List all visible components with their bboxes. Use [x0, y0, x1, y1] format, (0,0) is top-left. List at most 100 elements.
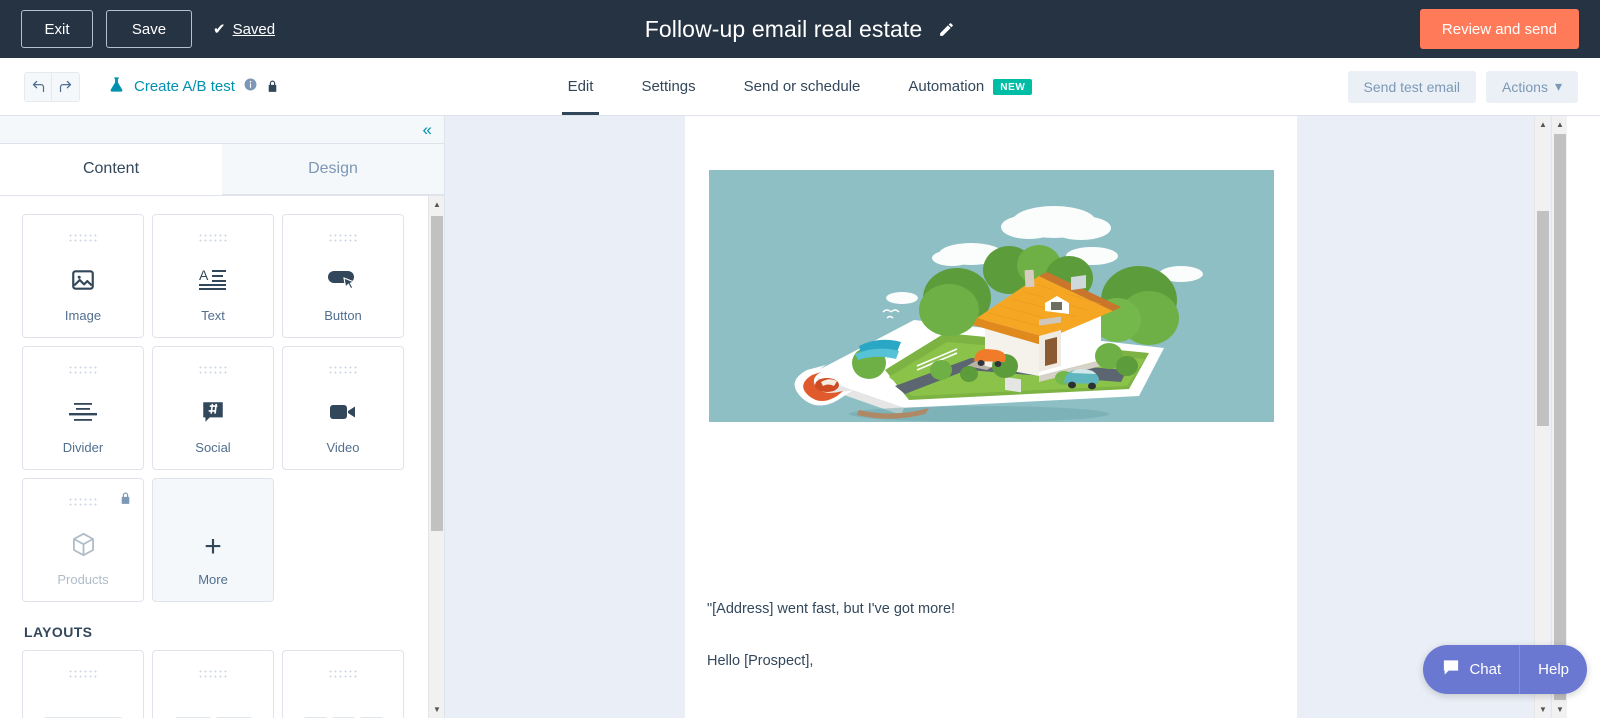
- email-preview-scrollbar[interactable]: ▲ ▼: [1534, 116, 1550, 718]
- drag-handle-icon[interactable]: [328, 233, 358, 242]
- button-icon: [328, 266, 358, 294]
- drag-handle-icon[interactable]: [328, 669, 358, 678]
- layout-card-two-column[interactable]: [152, 650, 274, 718]
- exit-button[interactable]: Exit: [21, 10, 93, 48]
- drag-handle-icon[interactable]: [198, 365, 228, 374]
- module-label: Image: [64, 308, 102, 323]
- social-icon: [200, 398, 226, 426]
- tab-automation-label: Automation: [908, 78, 985, 95]
- scroll-down-icon[interactable]: ▼: [1535, 701, 1551, 718]
- chat-help-widget: Chat Help: [1423, 645, 1587, 694]
- top-bar: Exit Save ✔ Saved Follow-up email real e…: [0, 0, 1600, 58]
- svg-text:A: A: [199, 267, 209, 283]
- panel-scrollbar-thumb[interactable]: [431, 216, 443, 531]
- scroll-down-icon[interactable]: ▼: [1552, 701, 1567, 718]
- panel-tab-content[interactable]: Content: [0, 144, 222, 195]
- layout-card-one-column[interactable]: [22, 650, 144, 718]
- module-label: Products: [57, 572, 109, 587]
- module-grid: Image A Text Button Divider Social Video…: [22, 214, 424, 602]
- layouts-section-title: LAYOUTS: [24, 624, 93, 640]
- hero-image-module[interactable]: [709, 170, 1274, 422]
- panel-tabs: Content Design: [0, 144, 444, 196]
- module-label: Text: [201, 308, 225, 323]
- email-body-line-1: "[Address] went fast, but I've got more!: [707, 601, 956, 617]
- check-icon: ✔: [213, 20, 226, 38]
- tab-settings[interactable]: Settings: [617, 58, 719, 115]
- lock-icon: [119, 491, 132, 506]
- chevron-down-icon: ▾: [1554, 78, 1562, 94]
- module-label: Video: [326, 440, 360, 455]
- scroll-down-icon[interactable]: ▼: [429, 701, 444, 718]
- module-card-button[interactable]: Button: [282, 214, 404, 338]
- drag-handle-icon[interactable]: [68, 497, 98, 506]
- module-label: Divider: [62, 440, 104, 455]
- email-canvas[interactable]: "[Address] went fast, but I've got more!…: [445, 116, 1567, 718]
- send-test-email-button[interactable]: Send test email: [1347, 70, 1477, 103]
- panel-collapse-bar: «: [0, 116, 444, 144]
- video-icon: [329, 398, 357, 426]
- text-icon: A: [199, 266, 227, 294]
- canvas-scrollbar-thumb[interactable]: [1554, 134, 1566, 700]
- panel-body: Image A Text Button Divider Social Video…: [0, 196, 444, 718]
- tab-send-or-schedule-label: Send or schedule: [743, 78, 861, 95]
- tab-edit[interactable]: Edit: [544, 58, 618, 115]
- real-estate-illustration: [709, 170, 1274, 422]
- collapse-panel-icon[interactable]: «: [423, 121, 432, 138]
- module-card-more[interactable]: + More: [152, 478, 274, 602]
- secondary-toolbar: Create A/B test Edit Settings Send or sc…: [0, 58, 1600, 116]
- actions-label: Actions: [1502, 78, 1548, 95]
- drag-handle-icon[interactable]: [68, 669, 98, 678]
- save-button[interactable]: Save: [106, 10, 192, 48]
- module-label: Social: [195, 440, 231, 455]
- panel-tab-design[interactable]: Design: [222, 144, 444, 195]
- email-body-text[interactable]: "[Address] went fast, but I've got more!…: [707, 598, 1267, 673]
- plus-icon: +: [204, 530, 222, 563]
- email-sheet[interactable]: "[Address] went fast, but I've got more!…: [685, 116, 1297, 718]
- module-card-social[interactable]: Social: [152, 346, 274, 470]
- page-title: Follow-up email real estate: [644, 15, 923, 42]
- module-label: Button: [324, 308, 362, 323]
- top-bar-right-actions: Review and send: [1419, 9, 1579, 49]
- saved-status: ✔ Saved: [213, 21, 275, 38]
- module-card-divider[interactable]: Divider: [22, 346, 144, 470]
- divider-icon: [69, 398, 97, 426]
- secondary-toolbar-right: Send test email Actions ▾: [1347, 70, 1578, 103]
- drag-handle-icon[interactable]: [198, 669, 228, 678]
- email-body-line-2: Hello [Prospect],: [707, 653, 814, 670]
- chat-label: Chat: [1469, 661, 1502, 678]
- help-label: Help: [1538, 661, 1569, 678]
- scroll-up-icon[interactable]: ▲: [429, 196, 444, 213]
- email-preview-scrollbar-thumb[interactable]: [1537, 211, 1549, 426]
- chat-bubble-icon: [1441, 658, 1461, 681]
- layout-grid: [22, 650, 424, 718]
- scroll-up-icon[interactable]: ▲: [1552, 116, 1567, 133]
- tab-send-or-schedule[interactable]: Send or schedule: [720, 58, 885, 115]
- chat-button[interactable]: Chat: [1423, 645, 1519, 694]
- layout-card-three-column[interactable]: [282, 650, 404, 718]
- new-badge: NEW: [993, 78, 1033, 95]
- actions-dropdown-button[interactable]: Actions ▾: [1486, 70, 1578, 103]
- tab-settings-label: Settings: [641, 78, 696, 95]
- module-card-products[interactable]: Products: [22, 478, 144, 602]
- help-button[interactable]: Help: [1519, 645, 1587, 694]
- drag-handle-icon[interactable]: [328, 365, 358, 374]
- products-box-icon: [70, 530, 97, 558]
- scroll-up-icon[interactable]: ▲: [1535, 116, 1551, 133]
- module-card-video[interactable]: Video: [282, 346, 404, 470]
- left-editor-panel: « Content Design Image A Text Button Div…: [0, 116, 445, 718]
- saved-link[interactable]: Saved: [233, 21, 276, 38]
- module-card-image[interactable]: Image: [22, 214, 144, 338]
- pencil-icon[interactable]: [938, 21, 955, 38]
- canvas-scrollbar[interactable]: ▲ ▼: [1551, 116, 1567, 718]
- drag-handle-icon[interactable]: [68, 365, 98, 374]
- drag-handle-icon[interactable]: [198, 233, 228, 242]
- image-icon: [70, 266, 96, 294]
- review-and-send-button[interactable]: Review and send: [1419, 9, 1579, 49]
- tab-edit-label: Edit: [567, 78, 594, 95]
- module-label: More: [198, 572, 228, 587]
- panel-scrollbar[interactable]: ▲ ▼: [428, 196, 444, 718]
- top-bar-left-actions: Exit Save ✔ Saved: [0, 10, 275, 48]
- tab-automation[interactable]: Automation NEW: [884, 58, 1056, 115]
- module-card-text[interactable]: A Text: [152, 214, 274, 338]
- drag-handle-icon[interactable]: [68, 233, 98, 242]
